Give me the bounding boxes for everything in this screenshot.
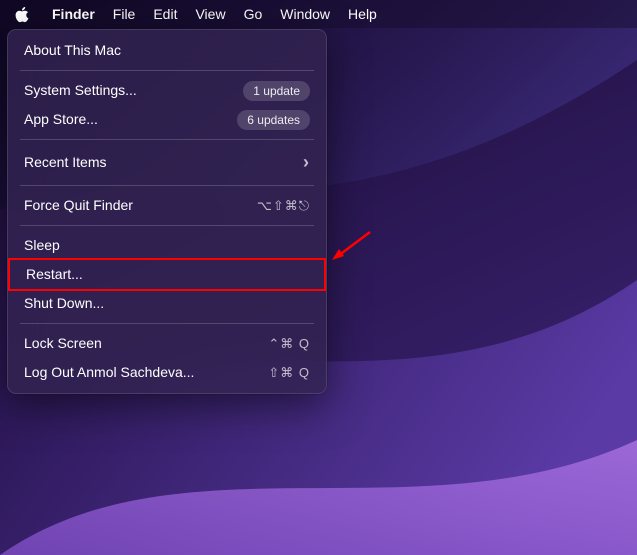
menubar-window[interactable]: Window xyxy=(280,6,330,22)
menu-app-store[interactable]: App Store... 6 updates xyxy=(8,105,326,134)
keyboard-shortcut: ⇧⌘ Q xyxy=(268,363,310,383)
menu-divider xyxy=(20,185,314,186)
menu-label: App Store... xyxy=(24,109,98,130)
menu-recent-items[interactable]: Recent Items › xyxy=(8,145,326,180)
menu-divider xyxy=(20,139,314,140)
menu-label: Sleep xyxy=(24,235,60,256)
menu-label: Shut Down... xyxy=(24,293,104,314)
menubar-help[interactable]: Help xyxy=(348,6,377,22)
menu-divider xyxy=(20,323,314,324)
menubar: Finder File Edit View Go Window Help xyxy=(0,0,637,28)
menu-system-settings[interactable]: System Settings... 1 update xyxy=(8,76,326,105)
apple-menu-dropdown: About This Mac System Settings... 1 upda… xyxy=(7,29,327,394)
menubar-file[interactable]: File xyxy=(113,6,136,22)
menubar-view[interactable]: View xyxy=(195,6,225,22)
menu-restart[interactable]: Restart... xyxy=(8,258,326,291)
menu-divider xyxy=(20,70,314,71)
menu-label: System Settings... xyxy=(24,80,137,101)
keyboard-shortcut: ⌥⇧⌘⎋ xyxy=(257,196,310,216)
menu-lock-screen[interactable]: Lock Screen ⌃⌘ Q xyxy=(8,329,326,358)
menu-label: About This Mac xyxy=(24,40,121,61)
menubar-edit[interactable]: Edit xyxy=(153,6,177,22)
menubar-go[interactable]: Go xyxy=(244,6,263,22)
menu-label: Force Quit Finder xyxy=(24,195,133,216)
menu-shut-down[interactable]: Shut Down... xyxy=(8,289,326,318)
menu-label: Recent Items xyxy=(24,152,106,173)
menubar-app-name[interactable]: Finder xyxy=(52,6,95,22)
menu-about-this-mac[interactable]: About This Mac xyxy=(8,36,326,65)
keyboard-shortcut: ⌃⌘ Q xyxy=(268,334,310,354)
chevron-right-icon: › xyxy=(303,149,310,176)
menu-divider xyxy=(20,225,314,226)
menu-label: Restart... xyxy=(26,264,83,285)
update-badge: 1 update xyxy=(243,81,310,101)
menu-label: Lock Screen xyxy=(24,333,102,354)
menu-log-out[interactable]: Log Out Anmol Sachdeva... ⇧⌘ Q xyxy=(8,358,326,387)
apple-logo-icon[interactable] xyxy=(14,6,30,23)
menu-sleep[interactable]: Sleep xyxy=(8,231,326,260)
menu-force-quit[interactable]: Force Quit Finder ⌥⇧⌘⎋ xyxy=(8,191,326,220)
update-badge: 6 updates xyxy=(237,110,310,130)
menu-label: Log Out Anmol Sachdeva... xyxy=(24,362,194,383)
